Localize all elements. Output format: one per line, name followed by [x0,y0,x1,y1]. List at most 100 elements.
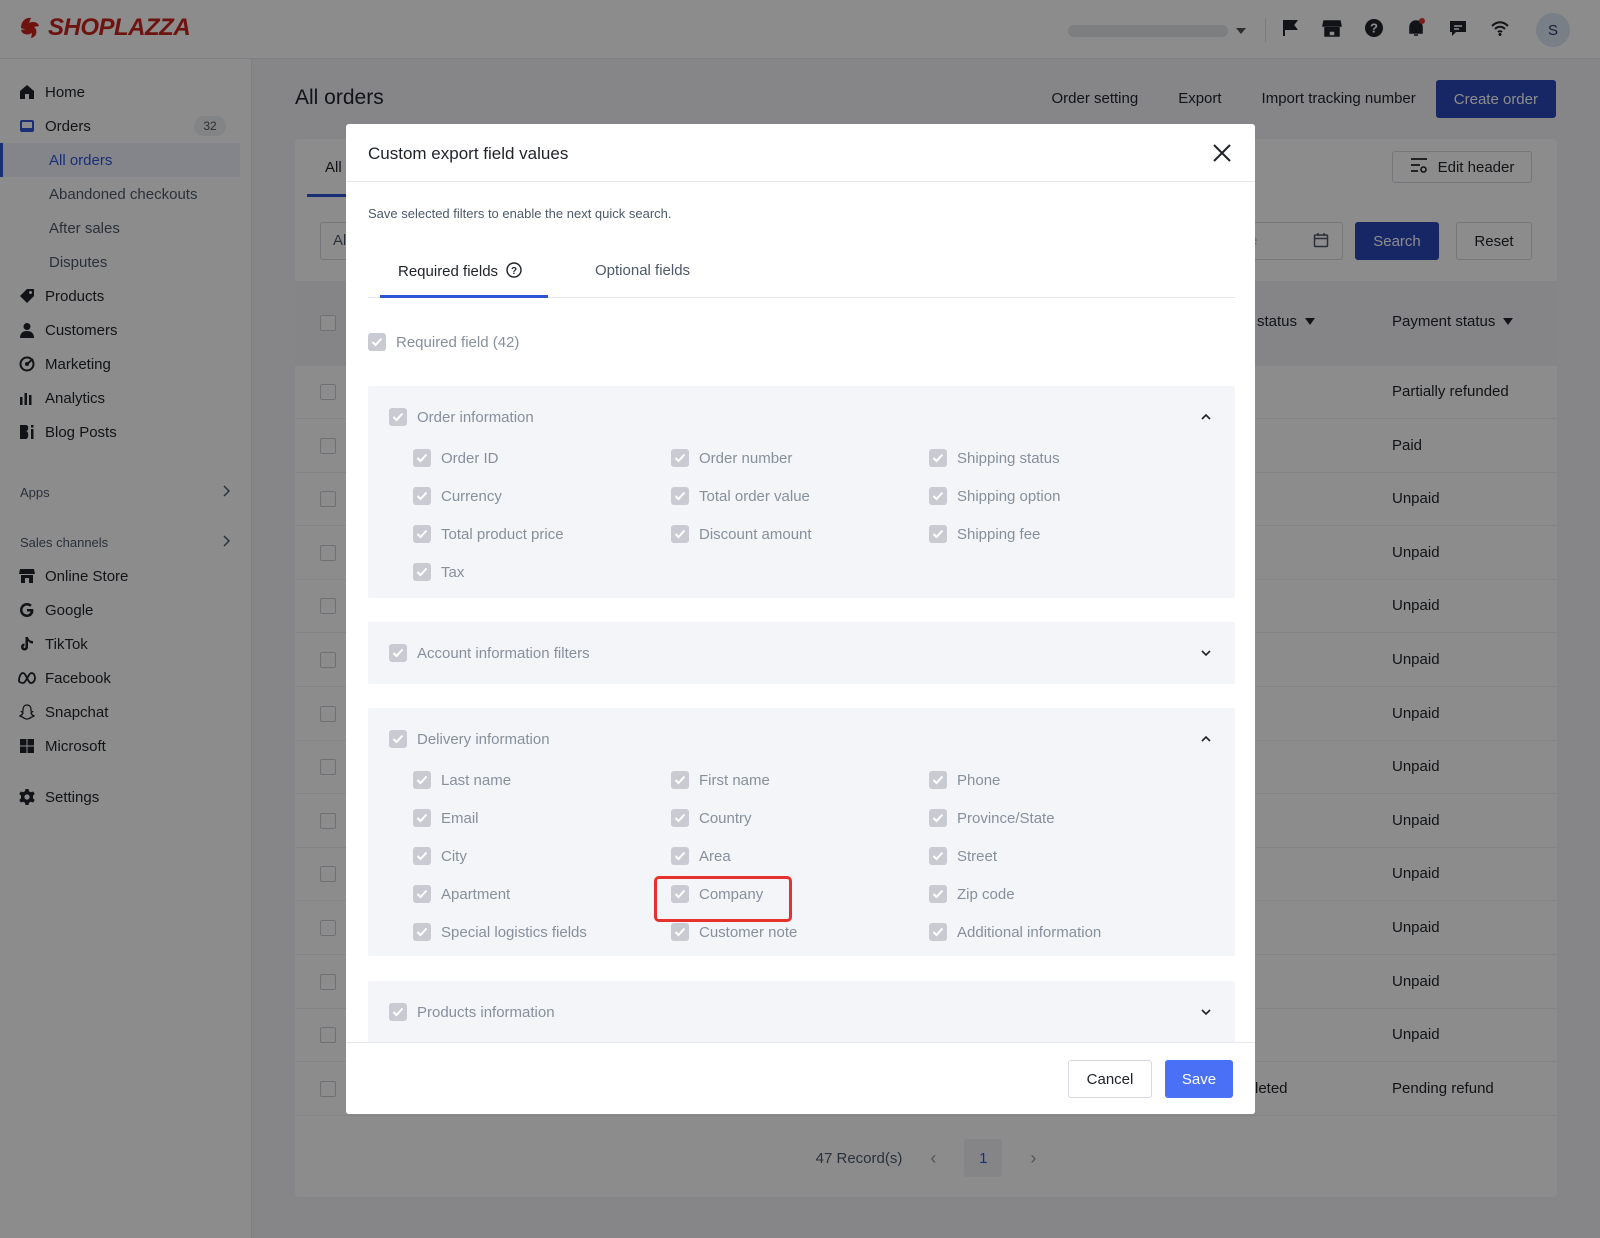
check-icon [929,771,947,789]
field-label: Shipping status [957,449,1060,467]
field-customer-note: Customer note [671,923,797,941]
check-icon [929,847,947,865]
check-icon [671,809,689,827]
field-province-state: Province/State [929,809,1055,827]
field-phone: Phone [929,771,1000,789]
check-icon [671,923,689,941]
field-label: Last name [441,771,512,789]
field-label: City [441,847,467,865]
field-label: Total order value [699,487,810,505]
check-icon [929,487,947,505]
field-additional-information: Additional information [929,923,1101,941]
field-label: Total product price [441,525,564,543]
field-order-id: Order ID [413,449,499,467]
chevron-up-icon[interactable] [1199,410,1213,424]
field-shipping-fee: Shipping fee [929,525,1040,543]
cancel-button[interactable]: Cancel [1068,1060,1152,1098]
custom-export-modal: Custom export field values Save selected… [346,124,1255,1114]
group-title: Products information [417,1003,555,1021]
tab-required-fields[interactable]: Required fields ? [398,262,522,280]
check-icon [929,809,947,827]
svg-text:?: ? [511,266,517,277]
check-icon [389,408,407,426]
field-street: Street [929,847,997,865]
field-order-number: Order number [671,449,792,467]
check-icon [671,525,689,543]
check-icon [671,847,689,865]
check-icon [671,771,689,789]
field-label: Discount amount [699,525,812,543]
check-icon [413,449,431,467]
tab-label: Required fields [398,263,499,280]
check-icon [929,885,947,903]
group-header[interactable]: Products information [389,1003,555,1021]
check-icon [671,487,689,505]
required-all-label: Required field (42) [396,333,520,351]
modal-description: Save selected filters to enable the next… [368,206,672,221]
field-label: Order ID [441,449,499,467]
field-zip-code: Zip code [929,885,1015,903]
field-discount-amount: Discount amount [671,525,812,543]
field-currency: Currency [413,487,502,505]
chevron-up-icon[interactable] [1199,732,1213,746]
save-button[interactable]: Save [1165,1060,1233,1098]
field-area: Area [671,847,731,865]
group-account-information: Account information filters [368,622,1235,684]
check-icon [413,771,431,789]
group-order-information: Order information Order ID Order number Sh… [368,386,1235,598]
check-icon [389,1003,407,1021]
field-shipping-status: Shipping status [929,449,1060,467]
check-icon [671,449,689,467]
check-icon [413,809,431,827]
check-icon [368,333,386,351]
group-delivery-information: Delivery information Last name First name… [368,708,1235,956]
field-country: Country [671,809,752,827]
field-apartment: Apartment [413,885,510,903]
check-icon [389,644,407,662]
required-field-all: Required field (42) [368,333,519,351]
field-label: Apartment [441,885,511,903]
field-city: City [413,847,467,865]
chevron-down-icon[interactable] [1199,1005,1213,1019]
field-label: Zip code [957,885,1015,903]
tab-optional-fields[interactable]: Optional fields [595,262,690,279]
group-title: Order information [417,408,534,426]
field-label: Country [699,809,752,827]
modal-tabs: Required fields ? Optional fields [368,252,1235,298]
modal-footer: Cancel Save [346,1042,1255,1114]
check-icon [413,525,431,543]
check-icon [389,730,407,748]
company-highlight-box [654,876,792,922]
group-title: Account information filters [417,644,590,662]
check-icon [929,923,947,941]
field-label: Phone [957,771,1001,789]
field-label: Special logistics fields [441,923,587,941]
check-icon [929,449,947,467]
field-label: First name [699,771,770,789]
field-email: Email [413,809,479,827]
check-icon [413,885,431,903]
field-last-name: Last name [413,771,511,789]
question-circle-icon: ? [506,262,522,278]
field-shipping-option: Shipping option [929,487,1060,505]
field-total-product-price: Total product price [413,525,564,543]
check-icon [929,525,947,543]
close-icon[interactable] [1209,140,1235,166]
field-first-name: First name [671,771,770,789]
field-label: Shipping option [957,487,1061,505]
group-header[interactable]: Order information [389,408,534,426]
field-label: Street [957,847,998,865]
field-special-logistics-fields: Special logistics fields [413,923,587,941]
group-header[interactable]: Account information filters [389,644,590,662]
modal-header: Custom export field values [346,124,1255,182]
tab-active-indicator [380,295,548,298]
field-total-order-value: Total order value [671,487,810,505]
check-icon [413,487,431,505]
check-icon [413,847,431,865]
field-tax: Tax [413,563,464,581]
field-label: Additional information [957,923,1102,941]
group-header[interactable]: Delivery information [389,730,550,748]
field-label: Area [699,847,731,865]
chevron-down-icon[interactable] [1199,646,1213,660]
field-label: Province/State [957,809,1055,827]
